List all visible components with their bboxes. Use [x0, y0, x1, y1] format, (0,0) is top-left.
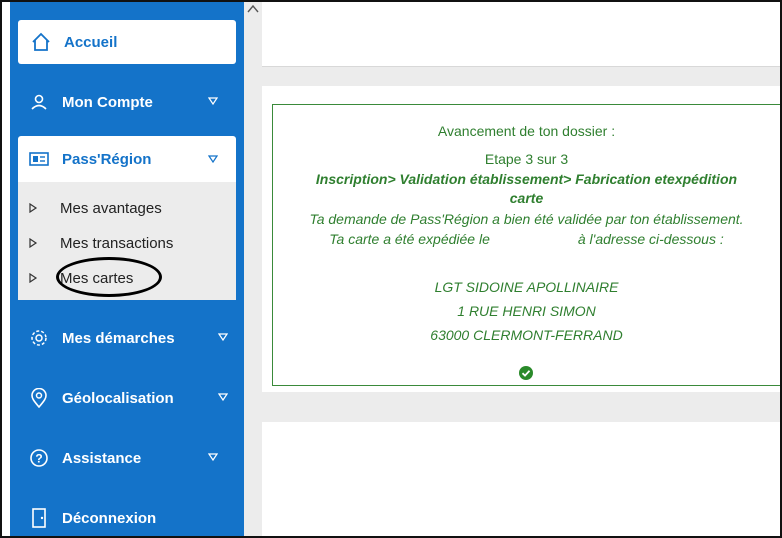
sidebar-item-label: Pass'Région — [62, 150, 152, 168]
shipping-text: à l'adresse ci-dessous : — [577, 231, 724, 247]
shipping-text: Ta carte a été expédiée le — [329, 231, 490, 247]
submenu-item-label: Mes avantages — [60, 199, 162, 217]
sidebar-item-label: Mes démarches — [62, 329, 175, 347]
sidebar-item-label: Assistance — [62, 449, 142, 467]
sidebar-item-mon-compte[interactable]: Mon Compte — [18, 78, 236, 126]
sidebar-item-mes-demarches[interactable]: Mes démarches — [18, 314, 236, 362]
chevron-down-icon — [208, 97, 218, 106]
submenu-item-mes-avantages[interactable]: Mes avantages — [18, 194, 236, 222]
app-frame: Accueil Mon Compte Pass'Région Mes avant… — [0, 0, 782, 538]
status-steps-line: Inscription> Validation établissement> F… — [315, 171, 738, 187]
sidebar-item-label: Géolocalisation — [62, 389, 174, 407]
sidebar-item-assistance[interactable]: ? Assistance — [18, 434, 236, 482]
chevron-down-icon — [208, 155, 218, 164]
door-icon — [28, 507, 50, 529]
content-separator-bottom — [262, 392, 780, 422]
check-circle-icon — [519, 366, 533, 380]
sidebar-item-label: Mon Compte — [62, 93, 153, 111]
sidebar-item-label: Déconnexion — [62, 509, 157, 527]
submenu-item-mes-transactions[interactable]: Mes transactions — [18, 229, 236, 257]
home-icon — [30, 31, 52, 53]
chevron-down-icon — [208, 453, 218, 462]
status-card: Avancement de ton dossier : Etape 3 sur … — [272, 104, 780, 386]
submenu-item-label: Mes transactions — [60, 234, 174, 252]
scroll-up-icon[interactable] — [247, 4, 259, 14]
content-separator-top — [262, 66, 780, 86]
svg-text:?: ? — [35, 452, 42, 466]
address-line: 1 RUE HENRI SIMON — [457, 303, 596, 319]
card-icon — [28, 148, 50, 170]
gear-icon — [28, 327, 50, 349]
chevron-down-icon — [218, 333, 228, 342]
question-icon: ? — [28, 447, 50, 469]
chevron-right-icon — [29, 238, 38, 248]
location-pin-icon — [28, 387, 50, 409]
user-icon — [28, 91, 50, 113]
sidebar-item-accueil[interactable]: Accueil — [18, 20, 236, 64]
address-line: LGT SIDOINE APOLLINAIRE — [434, 279, 619, 295]
sidebar-item-label: Accueil — [64, 33, 118, 51]
status-message-shipping: Ta carte a été expédiée le à l'adresse ci… — [273, 231, 780, 247]
chevron-right-icon — [29, 273, 38, 283]
status-steps-line: carte — [509, 190, 544, 206]
status-heading: Avancement de ton dossier : — [437, 123, 616, 139]
status-message: Ta demande de Pass'Région a bien été val… — [309, 211, 744, 227]
sidebar-item-deconnexion[interactable]: Déconnexion — [18, 494, 236, 536]
sidebar-item-geolocalisation[interactable]: Géolocalisation — [18, 374, 236, 422]
chevron-right-icon — [29, 203, 38, 213]
status-step: Etape 3 sur 3 — [484, 151, 569, 167]
sidebar-item-pass-region[interactable]: Pass'Région — [18, 136, 236, 182]
chevron-down-icon — [218, 393, 228, 402]
address-line: 63000 CLERMONT-FERRAND — [430, 327, 623, 343]
scrollbar[interactable] — [244, 2, 262, 536]
highlight-circle-annotation — [56, 257, 162, 297]
